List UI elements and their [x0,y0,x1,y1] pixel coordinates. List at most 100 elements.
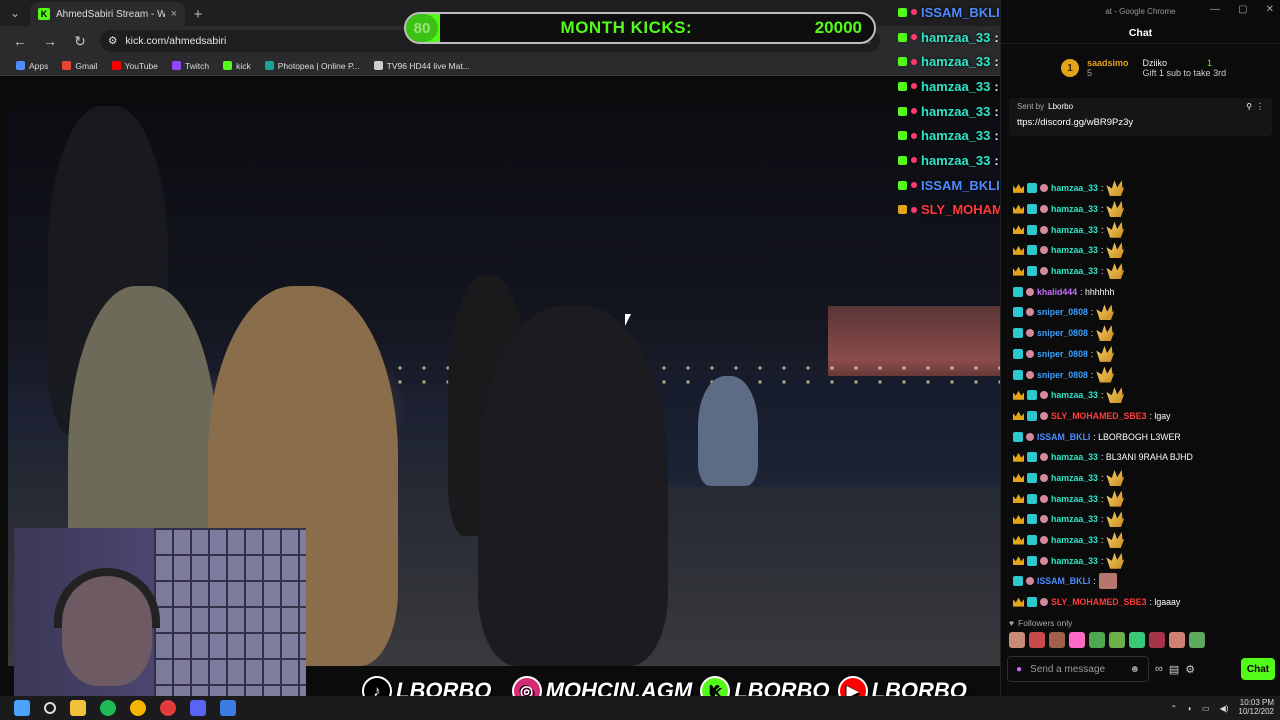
pinned-message[interactable]: Sent by Lborbo ⚲ ⋮ ttps://discord.gg/wBR… [1009,98,1272,136]
tab-search-icon[interactable]: ⌄ [0,0,30,26]
bookmarks-bar: Apps Gmail YouTube Twitch kick Photopea | Onl… [0,56,1000,76]
chat-username[interactable]: hamzaa_33 [1051,452,1098,462]
file-explorer-icon[interactable] [70,700,86,716]
windows-start-icon[interactable] [14,700,30,716]
chat-text: : hhhhhh [1080,286,1115,297]
forward-icon[interactable]: → [40,31,60,51]
chat-username[interactable]: hamzaa_33 [1051,473,1098,483]
pinned-url[interactable]: ttps://discord.gg/wBR9Pz3y [1017,117,1264,128]
chat-header: Chat [1001,22,1280,44]
chat-text: : [1100,204,1104,215]
discord-icon[interactable] [190,700,206,716]
red-app-icon[interactable] [160,700,176,716]
emote-10[interactable] [1189,632,1205,648]
bookmark-1[interactable]: Gmail [62,61,98,71]
send-chat-button[interactable]: Chat [1241,658,1275,680]
bookmark-2[interactable]: YouTube [111,61,158,71]
search-icon[interactable] [44,702,56,714]
chat-username[interactable]: SLY_MOHAMED_SBE3 [1051,411,1147,421]
reload-icon[interactable]: ↻ [70,31,90,51]
emote-1[interactable] [1009,632,1025,648]
chat-username[interactable]: hamzaa_33 [1051,245,1098,255]
overlay-chat-user: hamzaa_33 [921,29,991,45]
tab-close-icon[interactable]: × [171,8,177,20]
chat-username[interactable]: ISSAM_BKLI [1037,576,1090,586]
top-gifter-name: saadsimo [1087,58,1129,68]
emote-5[interactable] [1089,632,1105,648]
chat-username[interactable]: hamzaa_33 [1051,183,1098,193]
emote-7[interactable] [1129,632,1145,648]
chat-text: : [1100,390,1104,401]
chat-username[interactable]: hamzaa_33 [1051,535,1098,545]
chat-username[interactable]: hamzaa_33 [1051,225,1098,235]
hand-emote-icon [1106,469,1125,486]
chat-message: sniper_0808: [1001,344,1280,365]
chat-username[interactable]: hamzaa_33 [1051,266,1098,276]
badge-icon [898,180,907,190]
emote-9[interactable] [1169,632,1185,648]
emote-3[interactable] [1049,632,1065,648]
bookmark-6[interactable]: TV96 HD44 live Mat... [373,60,470,71]
overlay-chat-user: hamzaa_33 [921,78,991,94]
chrome-icon[interactable] [130,700,146,716]
crown-badge-icon [1013,452,1024,462]
chat-username[interactable]: hamzaa_33 [1051,494,1098,504]
site-info-icon[interactable]: ⚙ [108,35,117,47]
chat-username[interactable]: sniper_0808 [1037,307,1088,317]
chat-username[interactable]: hamzaa_33 [1051,390,1098,400]
hand-emote-icon [1106,490,1125,507]
avatar-dot-icon [911,182,917,189]
bookmark-label: TV96 HD44 live Mat... [386,60,470,71]
network-icon[interactable]: ▭ [1202,704,1210,713]
bookmark-4[interactable]: kick [223,61,251,71]
clock[interactable]: 10:03 PM 10/12/202 [1238,698,1274,717]
spotify-icon[interactable] [100,700,116,716]
maximize-icon[interactable]: ▢ [1238,4,1247,15]
new-tab-button[interactable]: + [185,2,211,26]
mic-tray-icon[interactable]: ◖ [1187,704,1192,713]
hand-emote-icon [1096,366,1115,383]
chat-input[interactable]: ● Send a message ☻ [1007,656,1149,682]
hand-emote-icon [1106,221,1125,238]
chat-messages: hamzaa_33: hamzaa_33: hamzaa_33: hamzaa_33:… [1001,178,1280,612]
close-icon[interactable]: ✕ [1266,4,1274,15]
avatar-icon [1026,349,1034,358]
crown-badge-icon [1013,390,1024,400]
emote-4[interactable] [1069,632,1085,648]
chat-message: hamzaa_33: [1001,488,1280,509]
minimize-icon[interactable]: — [1210,4,1220,15]
bookmark-3[interactable]: Twitch [171,61,209,71]
chat-username[interactable]: khalid444 [1037,287,1077,297]
bookmark-5[interactable]: Photopea | Online P... [264,61,360,71]
chat-username[interactable]: hamzaa_33 [1051,556,1098,566]
mic-icon[interactable]: ● [1016,664,1022,675]
top-gifter[interactable]: saadsimo 5 [1087,58,1129,78]
emote-2[interactable] [1029,632,1045,648]
chat-username[interactable]: sniper_0808 [1037,370,1088,380]
tray-chevron-icon[interactable]: ⌃ [1170,704,1177,713]
sub-badge-icon [1013,369,1023,380]
chat-username[interactable]: SLY_MOHAMED_SBE3 [1051,597,1147,607]
gift-cta[interactable]: Gift 1 sub to take 3rd [1143,68,1227,78]
pin-icon[interactable]: ⚲ [1246,102,1252,111]
chat-username[interactable]: sniper_0808 [1037,328,1088,338]
chat-username[interactable]: hamzaa_33 [1051,514,1098,524]
volume-icon[interactable]: ◀) [1220,704,1229,713]
back-icon[interactable]: ← [10,31,30,51]
emoji-icon[interactable]: ☻ [1129,664,1140,675]
bookmark-0[interactable]: Apps [16,61,48,71]
browser-tab[interactable]: K AhmedSabiri Stream - Wat: × [30,2,185,26]
emote-6[interactable] [1109,632,1125,648]
link-icon[interactable]: ∞ [1155,663,1163,675]
chat-username[interactable]: hamzaa_33 [1051,204,1098,214]
store-icon[interactable]: ▤ [1169,663,1179,676]
avatar-icon [1040,184,1048,193]
settings-icon[interactable]: ⚙ [1185,663,1195,676]
emote-8[interactable] [1149,632,1165,648]
chat-username[interactable]: sniper_0808 [1037,349,1088,359]
chat-text: : [1100,224,1104,235]
blue-app-icon[interactable] [220,700,236,716]
chat-username[interactable]: ISSAM_BKLI [1037,432,1090,442]
chat-text: : [1100,245,1104,256]
more-icon[interactable]: ⋮ [1256,102,1264,111]
